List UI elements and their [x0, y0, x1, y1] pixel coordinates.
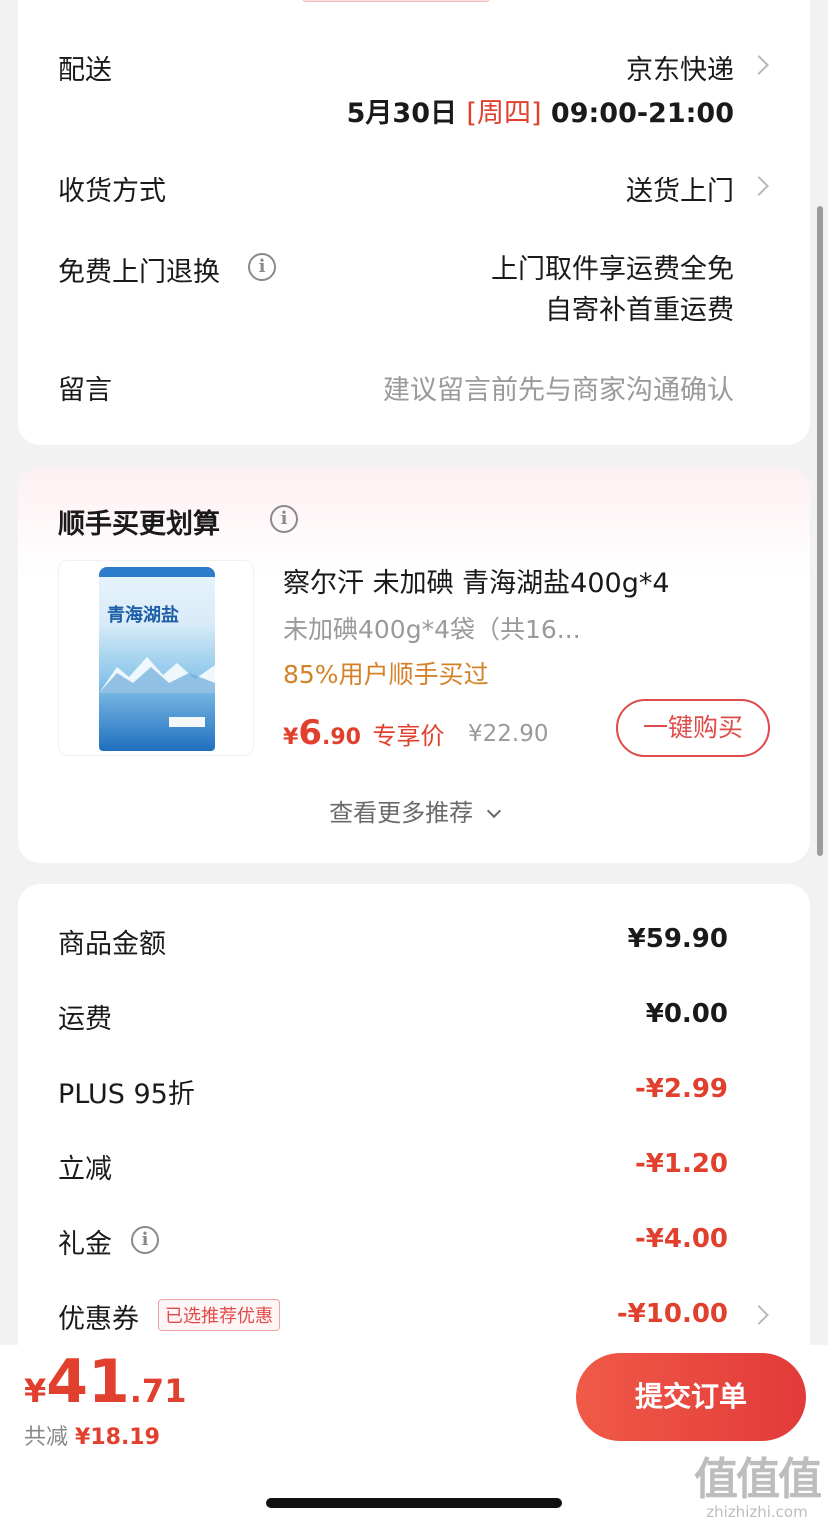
summary-value-coupon[interactable]: -¥10.00: [617, 1299, 728, 1329]
free-return-line2: 自寄补首重运费: [545, 295, 734, 326]
addon-title: 顺手买更划算: [58, 509, 220, 540]
delivery-weekday: [周四]: [466, 98, 542, 129]
free-return-line1: 上门取件享运费全免: [491, 254, 734, 285]
summary-label-coupon[interactable]: 优惠券: [58, 1297, 139, 1336]
scrollbar[interactable]: [817, 206, 823, 856]
delivery-date: 5月30日: [346, 98, 458, 129]
info-icon[interactable]: i: [131, 1226, 159, 1254]
product-image[interactable]: 青海湖盐: [58, 560, 254, 756]
original-price: ¥22.90: [468, 721, 549, 747]
home-indicator[interactable]: [266, 1498, 562, 1508]
message-label: 留言: [58, 375, 112, 406]
summary-value-plus: -¥2.99: [634, 1074, 728, 1104]
top-tab-edge: [302, 0, 490, 2]
summary-label-goods: 商品金额: [58, 929, 166, 960]
price-summary-card: 商品金额 ¥59.90 运费 ¥0.00 PLUS 95折 -¥2.99 立减 …: [18, 884, 810, 1404]
delivery-carrier[interactable]: 京东快递: [626, 48, 734, 87]
bought-rate: 85%用户顺手买过: [283, 660, 489, 689]
addon-card: 顺手买更划算 i 青海湖盐 察尔汗 未加碘 青海湖盐400g*4 未加碘400g…: [18, 468, 810, 863]
summary-label-plus: PLUS 95折: [58, 1079, 195, 1110]
product-price: ¥6.90 专享价: [283, 713, 445, 753]
submit-order-button[interactable]: 提交订单: [576, 1353, 806, 1441]
product-name[interactable]: 察尔汗 未加碘 青海湖盐400g*4: [283, 561, 670, 600]
delivery-window: 09:00-21:00: [550, 98, 734, 129]
delivery-label: 配送: [58, 55, 112, 86]
salt-bag-image: 青海湖盐: [99, 567, 215, 751]
summary-value-goods: ¥59.90: [627, 924, 728, 954]
chevron-down-icon: [486, 803, 501, 819]
receive-method-value[interactable]: 送货上门: [626, 169, 734, 208]
receive-method-label: 收货方式: [58, 176, 166, 207]
product-spec[interactable]: 未加碘400g*4袋（共16...: [283, 610, 581, 646]
summary-value-shipping: ¥0.00: [645, 999, 728, 1029]
summary-label-gift: 礼金: [58, 1229, 112, 1260]
price-tag: 专享价: [372, 722, 445, 750]
more-recommendations-link[interactable]: 查看更多推荐: [18, 793, 810, 828]
bag-title: 青海湖盐: [107, 605, 179, 626]
watermark: 值值值 zhizhizhi.com: [694, 1454, 822, 1521]
summary-value-instant-cut: -¥1.20: [634, 1149, 728, 1179]
chevron-right-icon[interactable]: [749, 1305, 769, 1325]
coupon-tag: 已选推荐优惠: [158, 1299, 280, 1331]
summary-label-instant-cut: 立减: [58, 1154, 112, 1185]
chevron-right-icon[interactable]: [749, 176, 769, 196]
message-input[interactable]: 建议留言前先与商家沟通确认: [383, 368, 734, 407]
info-icon[interactable]: i: [270, 505, 298, 533]
mountain-graphic: [99, 657, 215, 693]
summary-value-gift: -¥4.00: [634, 1224, 728, 1254]
free-return-label: 免费上门退换: [58, 257, 220, 288]
summary-label-shipping: 运费: [58, 1004, 112, 1035]
checkout-bar: ¥41.71 共减 ¥18.19 提交订单 值值值 zhizhizhi.com: [0, 1345, 828, 1529]
chevron-right-icon[interactable]: [749, 55, 769, 75]
total-saved: 共减 ¥18.19: [24, 1425, 160, 1450]
info-icon[interactable]: i: [248, 253, 276, 281]
delivery-time[interactable]: 5月30日 [周四] 09:00-21:00: [347, 91, 734, 130]
delivery-card: 配送 京东快递 5月30日 [周四] 09:00-21:00 收货方式 送货上门…: [18, 0, 810, 445]
total-price: ¥41.71: [24, 1347, 187, 1417]
one-click-buy-button[interactable]: 一键购买: [616, 699, 770, 757]
